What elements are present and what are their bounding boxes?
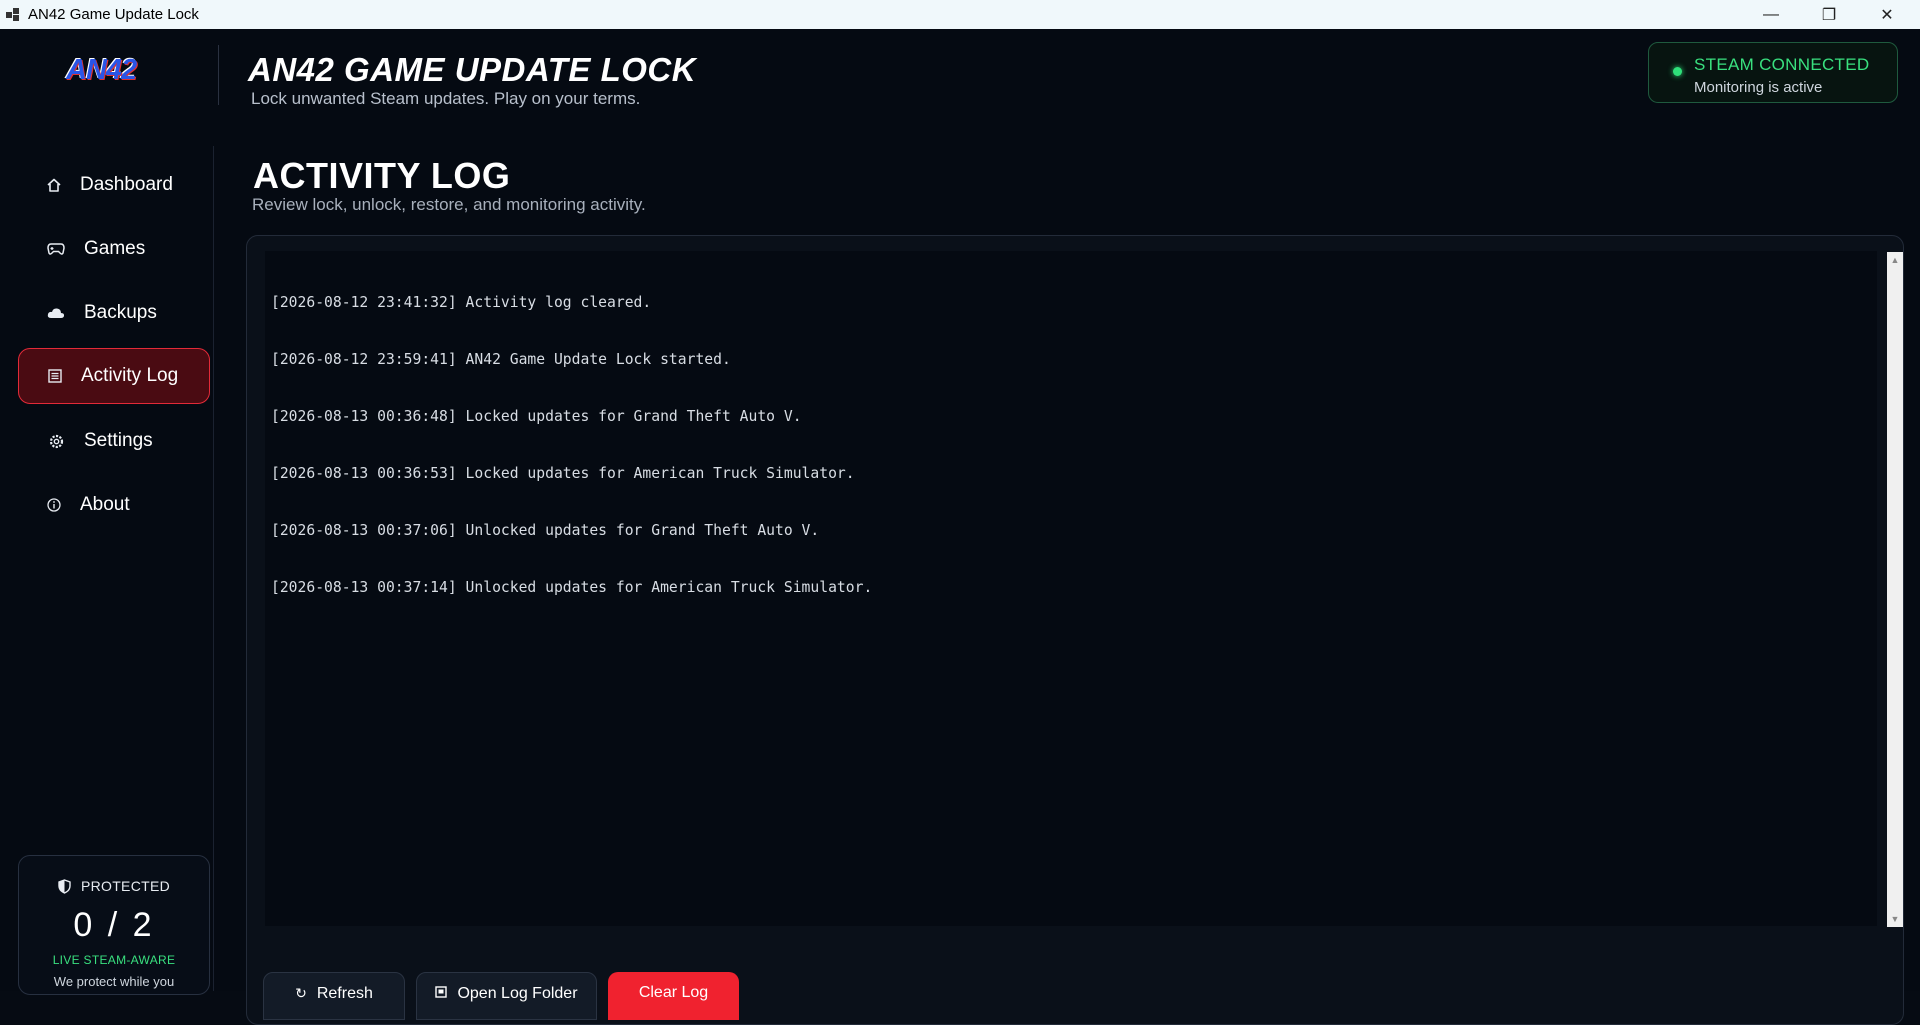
shield-icon [58, 878, 71, 894]
gear-icon [46, 431, 66, 451]
log-text-area[interactable]: [2026-08-12 23:41:32] Activity log clear… [265, 251, 1877, 926]
protected-count: 0 / 2 [73, 906, 155, 944]
protection-tagline: We protect while you [53, 974, 175, 989]
log-panel: [2026-08-12 23:41:32] Activity log clear… [246, 235, 1904, 1025]
sidebar-item-label: Dashboard [80, 174, 173, 195]
log-line: [2026-08-13 00:36:53] Locked updates for… [271, 465, 855, 482]
header-divider [218, 45, 219, 105]
app-title: AN42 GAME UPDATE LOCK [248, 51, 697, 88]
log-line: [2026-08-13 00:36:48] Locked updates for… [271, 408, 802, 425]
sidebar-item-backups[interactable]: Backups [18, 285, 210, 341]
sidebar-item-label: Games [84, 238, 146, 259]
steam-status-badge: STEAM CONNECTED Monitoring is active [1648, 42, 1898, 103]
steam-status-detail: Monitoring is active [1694, 79, 1823, 96]
sidebar-item-activity-log[interactable]: Activity Log [18, 348, 210, 404]
minimize-button[interactable]: — [1742, 0, 1800, 29]
sidebar-item-label: Backups [84, 302, 157, 323]
gamepad-icon [46, 239, 66, 259]
cloud-icon [46, 303, 66, 323]
log-line: [2026-08-12 23:59:41] AN42 Game Update L… [271, 351, 731, 368]
scroll-up-icon[interactable]: ▲ [1887, 252, 1903, 268]
protection-summary-card: PROTECTED 0 / 2 LIVE STEAM-AWARE We prot… [18, 855, 210, 995]
live-status-label: LIVE STEAM-AWARE [52, 953, 176, 967]
refresh-icon: ↻ [295, 985, 307, 1001]
sidebar-item-games[interactable]: Games [18, 221, 210, 277]
window-title: AN42 Game Update Lock [28, 6, 199, 23]
log-lines: [2026-08-12 23:41:32] Activity log clear… [271, 255, 872, 635]
info-icon [44, 495, 64, 515]
log-line: [2026-08-12 23:41:32] Activity log clear… [271, 294, 652, 311]
log-line: [2026-08-13 00:37:06] Unlocked updates f… [271, 522, 820, 539]
steam-status-title: STEAM CONNECTED [1694, 55, 1870, 74]
protection-header: PROTECTED [19, 878, 209, 894]
page-subtitle: Review lock, unlock, restore, and monito… [252, 195, 646, 214]
open-log-folder-button[interactable]: Open Log Folder [416, 972, 597, 1020]
open-log-folder-label: Open Log Folder [457, 985, 578, 1002]
restore-button[interactable]: ❐ [1800, 0, 1858, 29]
sidebar-item-label: About [80, 494, 130, 515]
close-button[interactable]: ✕ [1858, 0, 1916, 29]
restore-icon: ❐ [1821, 6, 1837, 24]
folder-icon [435, 985, 448, 1001]
scroll-down-icon[interactable]: ▼ [1887, 911, 1903, 927]
sidebar-item-label: Activity Log [81, 365, 179, 386]
sidebar-item-settings[interactable]: Settings [18, 413, 210, 469]
sidebar-item-label: Settings [84, 430, 153, 451]
clear-log-label: Clear Log [638, 984, 709, 1001]
sidebar-item-dashboard[interactable]: Dashboard [18, 157, 210, 213]
sidebar-divider [213, 146, 214, 991]
refresh-button[interactable]: ↻ Refresh [263, 972, 405, 1020]
window-title-bar: AN42 Game Update Lock — ❐ ✕ [0, 0, 1920, 29]
app-subtitle: Lock unwanted Steam updates. Play on you… [251, 89, 641, 108]
clear-log-button[interactable]: Clear Log [608, 972, 739, 1020]
refresh-button-label: Refresh [316, 985, 373, 1002]
close-icon: ✕ [1880, 6, 1894, 24]
status-dot-icon [1673, 67, 1682, 76]
list-icon [45, 366, 65, 386]
minimize-icon: — [1763, 5, 1779, 23]
app-root: AN42 AN42 GAME UPDATE LOCK Lock unwanted… [0, 29, 1920, 1025]
home-icon [44, 175, 64, 195]
log-scrollbar[interactable]: ▲ ▼ [1887, 252, 1903, 927]
app-window-icon [6, 7, 20, 22]
app-logo: AN42 [66, 54, 137, 86]
log-line: [2026-08-13 00:37:14] Unlocked updates f… [271, 579, 873, 596]
sidebar-item-about[interactable]: About [18, 477, 210, 533]
page-title: ACTIVITY LOG [253, 155, 511, 196]
protection-label: PROTECTED [80, 878, 171, 894]
